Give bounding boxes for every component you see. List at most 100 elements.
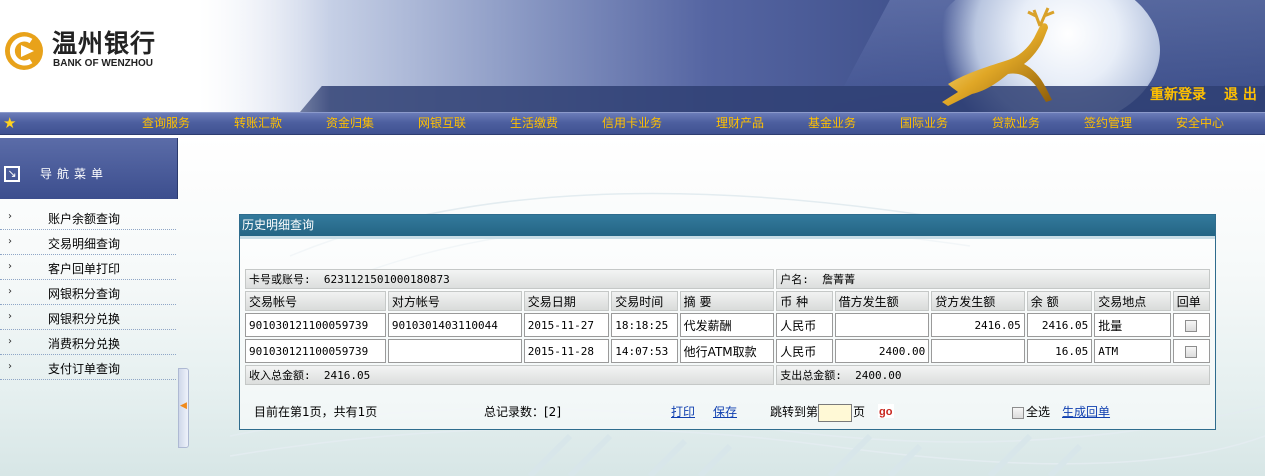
nav-item-security[interactable]: 安全中心	[1176, 116, 1224, 131]
column-header: 对方帐号	[387, 291, 522, 311]
panel-title-underline	[240, 236, 1215, 239]
bank-name-cn: 温州银行	[52, 29, 157, 58]
sidebar-collapse-handle[interactable]: ◀	[178, 368, 189, 448]
sidebar-item-receipt-print[interactable]: › 客户回单打印	[0, 255, 176, 280]
logout-link[interactable]: 退 出	[1224, 84, 1257, 104]
chevron-right-icon: ›	[8, 336, 12, 347]
expense-total-cell: 支出总金额: 2400.00	[776, 365, 1210, 385]
banner-stripe	[300, 86, 1265, 112]
collapse-arrow-icon[interactable]: ↘	[4, 166, 20, 182]
go-button-label: go	[879, 406, 893, 418]
jump-prefix: 跳转到第	[770, 405, 819, 419]
select-all-checkbox[interactable]	[1012, 407, 1024, 419]
bank-name-en: BANK OF WENZHOU	[53, 58, 153, 69]
sidebar: ↘ 导航菜单 › 账户余额查询 › 交易明细查询 › 客户回单打印 › 网银积分…	[0, 138, 178, 476]
bank-logo-icon	[5, 32, 43, 70]
select-all-label: 全选	[1026, 405, 1051, 419]
receipt-checkbox[interactable]	[1185, 319, 1198, 332]
cell-location: ATM	[1094, 339, 1171, 363]
sidebar-item-label: 网银积分兑换	[48, 312, 121, 326]
cell-time: 14:07:53	[611, 339, 678, 363]
owner-label: 户名:	[780, 273, 809, 286]
cell-balance: 16.05	[1026, 339, 1093, 363]
cell-counterparty: 9010301403110044	[387, 313, 522, 337]
save-link[interactable]: 保存	[713, 405, 737, 419]
expense-label: 支出总金额:	[780, 369, 842, 382]
header-banner: 温州银行 BANK OF WENZHOU 重新登录 退 出	[0, 0, 1265, 112]
owner-name: 詹菁菁	[822, 273, 856, 286]
sidebar-item-payment-orders[interactable]: › 支付订单查询	[0, 355, 176, 380]
sidebar-item-label: 支付订单查询	[48, 362, 121, 376]
totals-row: 收入总金额: 2416.05 支出总金额: 2400.00	[245, 365, 1210, 385]
transaction-table: 卡号或账号: 6231121501000180873 户名: 詹菁菁 交易帐号 …	[243, 267, 1212, 387]
cell-receipt	[1172, 313, 1210, 337]
nav-item-credit-card[interactable]: 信用卡业务	[602, 116, 662, 131]
print-link[interactable]: 打印	[671, 405, 695, 419]
nav-item-query[interactable]: 查询服务	[142, 116, 190, 131]
cell-receipt	[1172, 339, 1210, 363]
column-header: 回单	[1172, 291, 1210, 311]
cell-credit: 2416.05	[931, 313, 1025, 337]
account-label: 卡号或账号:	[249, 273, 311, 286]
sidebar-item-balance[interactable]: › 账户余额查询	[0, 205, 176, 230]
cell-balance: 2416.05	[1026, 313, 1093, 337]
nav-item-wealth[interactable]: 理财产品	[716, 116, 764, 131]
chevron-right-icon: ›	[8, 211, 12, 222]
page-jump-input[interactable]	[818, 404, 852, 422]
cell-account: 901030121100059739	[245, 339, 386, 363]
table-row: 901030121100059739 2015-11-28 14:07:53 他…	[245, 339, 1210, 363]
nav-item-international[interactable]: 国际业务	[900, 116, 948, 131]
nav-item-fund[interactable]: 基金业务	[808, 116, 856, 131]
sidebar-item-label: 账户余额查询	[48, 212, 121, 226]
income-total-cell: 收入总金额: 2416.05	[245, 365, 775, 385]
nav-item-loan[interactable]: 贷款业务	[992, 116, 1040, 131]
sidebar-title: 导航菜单	[40, 167, 109, 181]
chevron-right-icon: ›	[8, 236, 12, 247]
cell-summary: 代发薪酬	[679, 313, 775, 337]
account-info-row: 卡号或账号: 6231121501000180873 户名: 詹菁菁	[245, 269, 1210, 289]
table-header-row: 交易帐号 对方帐号 交易日期 交易时间 摘 要 币 种 借方发生额 贷方发生额 …	[245, 291, 1210, 311]
column-header: 交易时间	[611, 291, 678, 311]
sidebar-item-transactions[interactable]: › 交易明细查询	[0, 230, 176, 255]
nav-item-contract[interactable]: 签约管理	[1084, 116, 1132, 131]
column-header: 贷方发生额	[931, 291, 1025, 311]
account-number: 6231121501000180873	[323, 273, 450, 286]
sidebar-item-points-redeem[interactable]: › 网银积分兑换	[0, 305, 176, 330]
jump-suffix: 页	[853, 405, 866, 419]
cell-counterparty	[387, 339, 522, 363]
bank-logo: 温州银行 BANK OF WENZHOU	[4, 30, 164, 72]
sidebar-item-points-query[interactable]: › 网银积分查询	[0, 280, 176, 305]
cell-location: 批量	[1094, 313, 1171, 337]
column-header: 借方发生额	[834, 291, 930, 311]
nav-item-transfer[interactable]: 转账汇款	[234, 116, 282, 131]
cell-time: 18:18:25	[611, 313, 678, 337]
relogin-link[interactable]: 重新登录	[1150, 84, 1206, 104]
page-info: 目前在第1页，共有1页	[254, 405, 378, 419]
chevron-right-icon: ›	[8, 361, 12, 372]
sidebar-item-consume-points[interactable]: › 消费积分兑换	[0, 330, 176, 355]
column-header: 余 额	[1026, 291, 1093, 311]
receipt-checkbox[interactable]	[1185, 345, 1198, 358]
column-header: 摘 要	[679, 291, 775, 311]
expense-total: 2400.00	[855, 369, 902, 382]
table-row: 901030121100059739 9010301403110044 2015…	[245, 313, 1210, 337]
nav-item-interbank[interactable]: 网银互联	[418, 116, 466, 131]
sidebar-header: ↘ 导航菜单	[0, 138, 178, 199]
nav-item-bill-pay[interactable]: 生活缴费	[510, 116, 558, 131]
main-nav: ★ 查询服务 转账汇款 资金归集 网银互联 生活缴费 信用卡业务 理财产品 基金…	[0, 112, 1265, 135]
generate-receipt-link[interactable]: 生成回单	[1062, 405, 1110, 419]
sidebar-item-label: 网银积分查询	[48, 287, 121, 301]
nav-item-fund-pooling[interactable]: 资金归集	[326, 116, 374, 131]
record-count: 总记录数：[2]	[484, 405, 561, 419]
cell-debit: 2400.00	[834, 339, 930, 363]
cell-debit	[834, 313, 930, 337]
account-info-cell: 卡号或账号: 6231121501000180873	[245, 269, 775, 289]
column-header: 交易日期	[523, 291, 610, 311]
column-header: 交易地点	[1094, 291, 1171, 311]
cell-credit	[931, 339, 1025, 363]
income-label: 收入总金额:	[249, 369, 311, 382]
chevron-right-icon: ›	[8, 261, 12, 272]
cell-currency: 人民币	[776, 339, 833, 363]
go-button[interactable]: go	[878, 404, 894, 418]
sidebar-item-label: 客户回单打印	[48, 262, 121, 276]
